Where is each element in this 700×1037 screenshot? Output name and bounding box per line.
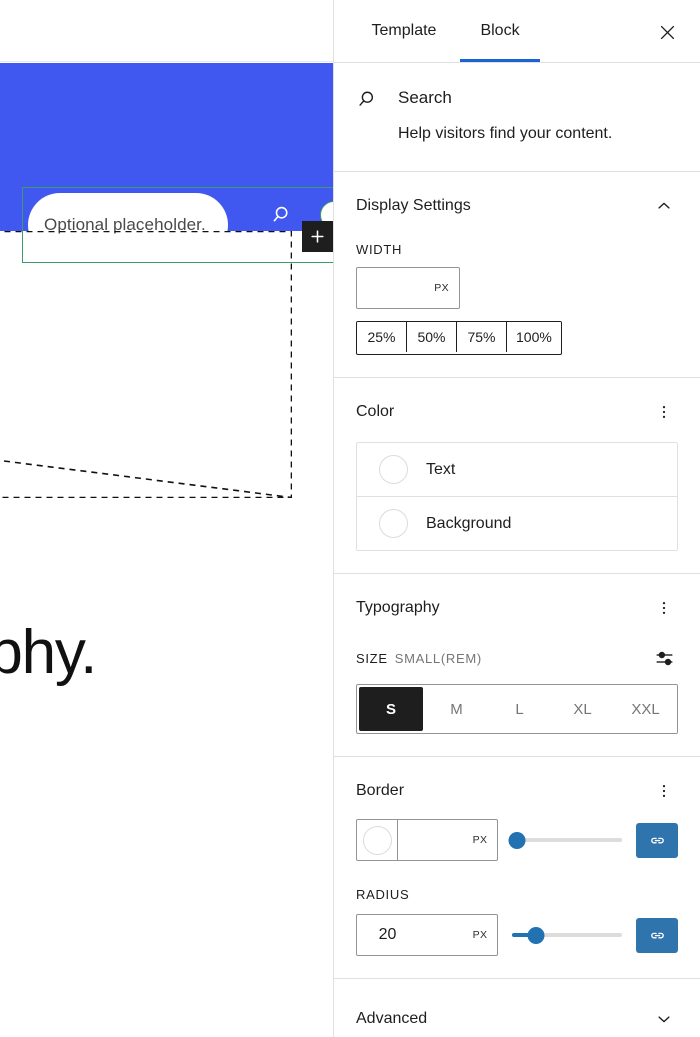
border-width-slider[interactable] — [508, 830, 622, 850]
font-size-l[interactable]: L — [488, 685, 552, 734]
border-radius-label: RADIUS — [356, 887, 410, 903]
slider-thumb[interactable] — [508, 831, 526, 849]
width-preset-75[interactable]: 75% — [457, 322, 507, 353]
border-radius-unit-label: PX — [472, 929, 488, 942]
kebab-menu-icon[interactable] — [650, 398, 678, 426]
border-header: Border — [356, 777, 678, 805]
kebab-menu-icon[interactable] — [650, 777, 678, 805]
typography-title: Typography — [356, 599, 440, 617]
border-width-control[interactable]: PX — [356, 819, 499, 862]
display-settings-section: Display Settings WIDTH PX 25% 50% 75% 10… — [334, 172, 700, 379]
tab-block[interactable]: Block — [460, 0, 540, 62]
advanced-section: Advanced — [334, 979, 700, 1037]
chevron-up-icon[interactable] — [650, 192, 678, 220]
editor-canvas: Optional placeholder. osophy. — [0, 0, 333, 1037]
width-preset-50[interactable]: 50% — [407, 322, 457, 353]
color-row-background[interactable]: Background — [357, 497, 677, 551]
border-color-swatch-button[interactable] — [357, 820, 398, 861]
kebab-menu-icon[interactable] — [650, 594, 678, 622]
sliders-icon[interactable] — [650, 644, 678, 672]
font-size-toggle-group: S M L XL XXL — [356, 684, 678, 735]
width-label: WIDTH — [356, 242, 403, 258]
color-title: Color — [356, 403, 395, 421]
display-settings-title: Display Settings — [356, 197, 471, 215]
border-radius-row: PX — [356, 914, 678, 957]
width-unit-label: PX — [434, 282, 449, 295]
border-width-row: PX — [356, 819, 678, 862]
width-preset-25[interactable]: 25% — [357, 322, 407, 353]
color-row-text[interactable]: Text — [357, 443, 677, 498]
block-title: Search — [398, 88, 452, 107]
search-block-section[interactable]: Optional placeholder. — [0, 63, 333, 263]
font-size-label: SIZE — [356, 650, 388, 666]
border-width-unit-label: PX — [472, 834, 488, 847]
slider-track — [512, 838, 622, 843]
block-settings-sidebar: Template Block Search Help visitors find… — [333, 0, 700, 1037]
border-radius-input[interactable] — [368, 925, 473, 946]
block-info-card: Search Help visitors find your content. — [334, 63, 700, 173]
color-swatch-icon — [362, 825, 392, 855]
border-title: Border — [356, 782, 405, 800]
width-preset-group: 25% 50% 75% 100% — [356, 321, 562, 356]
typography-header: Typography — [356, 594, 678, 622]
width-input[interactable] — [360, 268, 435, 309]
font-size-s[interactable]: S — [359, 687, 424, 732]
color-row-label: Background — [426, 514, 512, 532]
advanced-title: Advanced — [356, 1010, 428, 1028]
canvas-heading-text[interactable]: osophy. — [0, 619, 333, 687]
width-preset-100[interactable]: 100% — [507, 322, 561, 353]
search-icon — [272, 204, 294, 226]
border-width-input[interactable] — [402, 830, 473, 851]
canvas-top-area — [0, 0, 333, 62]
search-icon — [356, 87, 380, 110]
color-options-list: Text Background — [356, 442, 678, 552]
link-icon[interactable] — [636, 917, 678, 953]
color-section: Color Text Background — [334, 378, 700, 575]
empty-block-placeholder-outline — [0, 231, 292, 498]
typography-section: Typography SIZE SMALL(REM) S M L XL XXL — [334, 574, 700, 758]
slider-thumb[interactable] — [527, 926, 545, 944]
advanced-header[interactable]: Advanced — [356, 1005, 678, 1033]
display-settings-header[interactable]: Display Settings — [356, 192, 678, 220]
color-header: Color — [356, 398, 678, 426]
width-input-wrapper[interactable]: PX — [356, 267, 460, 310]
color-row-label: Text — [426, 460, 456, 478]
color-swatch-icon — [379, 455, 408, 485]
font-size-xl[interactable]: XL — [551, 685, 615, 734]
sidebar-tab-bar: Template Block — [334, 0, 700, 63]
font-size-value: SMALL(REM) — [394, 650, 482, 666]
block-description: Help visitors find your content. — [398, 125, 613, 142]
close-icon[interactable] — [652, 17, 682, 47]
border-radius-slider[interactable] — [512, 925, 622, 945]
tab-template[interactable]: Template — [356, 0, 452, 62]
font-size-xxl[interactable]: XXL — [614, 685, 677, 734]
block-inserter-button[interactable] — [302, 221, 333, 252]
link-icon[interactable] — [636, 822, 678, 858]
font-size-line: SIZE SMALL(REM) — [356, 644, 678, 672]
font-size-m[interactable]: M — [425, 685, 489, 734]
border-section: Border PX RADIUS 20 PX — [334, 757, 700, 980]
border-radius-input-wrapper[interactable]: PX — [356, 914, 499, 957]
color-swatch-icon — [379, 509, 408, 539]
chevron-down-icon[interactable] — [650, 1005, 678, 1033]
